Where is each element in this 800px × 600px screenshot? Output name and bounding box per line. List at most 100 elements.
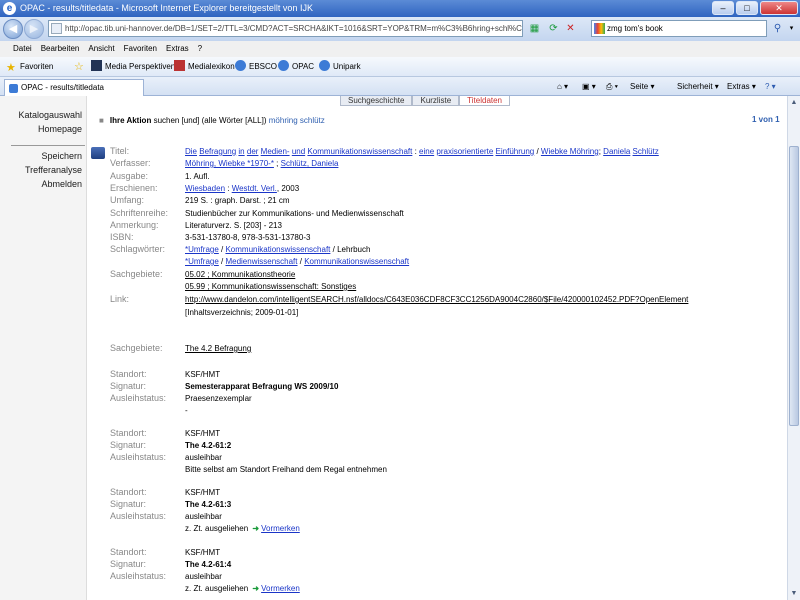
- fav-unipark[interactable]: Unipark: [319, 57, 361, 77]
- scroll-down-icon[interactable]: ▼: [789, 588, 799, 599]
- sachgebiet-link[interactable]: 05.02 ; Kommunikationstheorie: [185, 270, 295, 279]
- fav-medialexikon[interactable]: Medialexikon: [174, 57, 235, 77]
- holding-status: ausleihbar: [185, 512, 222, 521]
- author-link[interactable]: Möhring, Wiebke *1970-*: [185, 159, 274, 168]
- title-word-link[interactable]: Kommunikationswissenschaft: [307, 147, 412, 156]
- tab-suchgeschichte[interactable]: Suchgeschichte: [340, 96, 413, 106]
- title-word-link[interactable]: der: [247, 147, 259, 156]
- add-favorite-icon[interactable]: ☆: [74, 57, 84, 77]
- page-menu[interactable]: Seite ▾: [630, 77, 654, 96]
- menu-datei[interactable]: Datei: [13, 41, 32, 57]
- holding-standort: KSF/HMT: [185, 370, 221, 379]
- scroll-up-icon[interactable]: ▲: [789, 97, 799, 108]
- title-word-link[interactable]: praxisorientierte: [436, 147, 493, 156]
- subject-tail: / Lehrbuch: [330, 245, 371, 254]
- reserve-link[interactable]: Vormerken: [261, 584, 300, 593]
- sidebar-item-katalogauswahl[interactable]: Katalogauswahl: [18, 110, 82, 120]
- signatur-text: Semesterapparat Befragung WS 2009/10: [185, 382, 339, 391]
- title-word-link[interactable]: Medien-: [261, 147, 290, 156]
- sidebar-item-abmelden[interactable]: Abmelden: [41, 179, 82, 189]
- favorites-button[interactable]: ★ Favoriten: [6, 57, 53, 77]
- value-umfang: 219 S. : graph. Darst. ; 21 cm: [185, 196, 290, 205]
- holding-note: Bitte selbst am Standort Freihand dem Re…: [185, 465, 387, 474]
- fav-label: EBSCO: [249, 62, 278, 71]
- security-menu[interactable]: Sicherheit ▾: [677, 77, 719, 96]
- print-icon[interactable]: ⎙ ▾: [606, 77, 618, 96]
- value-anmerkung: Literaturverz. S. [203] - 213: [185, 221, 282, 230]
- place-link[interactable]: Wiesbaden: [185, 184, 225, 193]
- value-schlagwoerter-2: *Umfrage / Medienwissenschaft / Kommunik…: [185, 257, 409, 266]
- home-icon[interactable]: ⌂ ▾: [557, 77, 568, 96]
- sidebar-item-trefferanalyse[interactable]: Trefferanalyse: [25, 165, 82, 175]
- menu-extras[interactable]: Extras: [166, 41, 189, 57]
- search-icon[interactable]: ⚲: [770, 21, 785, 36]
- title-word-link[interactable]: Wiebke Möhring: [541, 147, 599, 156]
- title-word-link[interactable]: eine: [419, 147, 434, 156]
- reserve-arrow-icon: ➜: [252, 584, 260, 593]
- label-signatur: Signatur:: [110, 559, 147, 569]
- maximize-button[interactable]: □: [736, 1, 758, 15]
- value-ausgabe: 1. Aufl.: [185, 172, 210, 181]
- tab-title: OPAC - results/titledata: [21, 83, 104, 92]
- tab-kurzliste[interactable]: Kurzliste: [412, 96, 460, 106]
- label-schlagwoerter: Schlagwörter:: [110, 244, 166, 254]
- title-word-link[interactable]: in: [238, 147, 244, 156]
- loan-status: z. Zt. ausgeliehen: [185, 584, 249, 593]
- fav-opac[interactable]: OPAC: [278, 57, 314, 77]
- label-signatur: Signatur:: [110, 440, 147, 450]
- author-link[interactable]: Schlütz, Daniela: [281, 159, 339, 168]
- publisher-link[interactable]: Westdt. Verl.: [232, 184, 277, 193]
- minimize-button[interactable]: –: [712, 1, 734, 15]
- subject-link[interactable]: Kommunikationswissenschaft: [304, 257, 409, 266]
- sidebar-item-speichern[interactable]: Speichern: [41, 151, 82, 161]
- value-titel: Die Befragung in der Medien- und Kommuni…: [185, 147, 659, 156]
- compat-icon[interactable]: ▦: [527, 21, 542, 36]
- address-bar[interactable]: http://opac.tib.uni-hannover.de/DB=1/SET…: [48, 20, 523, 37]
- sachgebiet-link[interactable]: The 4.2 Befragung: [185, 344, 251, 353]
- menu-ansicht[interactable]: Ansicht: [88, 41, 114, 57]
- stop-icon[interactable]: ✕: [563, 21, 578, 36]
- scroll-thumb[interactable]: [789, 146, 799, 426]
- close-button[interactable]: ✕: [760, 1, 798, 15]
- browser-tab[interactable]: OPAC - results/titledata: [4, 79, 144, 96]
- feeds-icon[interactable]: ▣ ▾: [582, 77, 596, 96]
- window-titlebar: e OPAC - results/titledata - Microsoft I…: [0, 0, 800, 17]
- reserve-link[interactable]: Vormerken: [261, 524, 300, 533]
- menu-help[interactable]: ?: [198, 41, 202, 57]
- menu-bearbeiten[interactable]: Bearbeiten: [41, 41, 80, 57]
- title-slash: /: [534, 147, 541, 156]
- tools-menu[interactable]: Extras ▾: [727, 77, 756, 96]
- search-options-icon[interactable]: ▾: [784, 21, 799, 36]
- help-icon[interactable]: ? ▾: [765, 77, 776, 96]
- forward-icon[interactable]: ▶: [24, 19, 44, 39]
- fav-media-perspektiven[interactable]: Media Perspektiven: [91, 57, 175, 77]
- address-toolbar: ◀ ▶ http://opac.tib.uni-hannover.de/DB=1…: [0, 17, 800, 41]
- vertical-scrollbar[interactable]: ▲ ▼: [787, 96, 800, 600]
- title-word-link[interactable]: und: [292, 147, 305, 156]
- title-word-link[interactable]: Befragung: [199, 147, 236, 156]
- subject-link[interactable]: *Umfrage: [185, 245, 219, 254]
- menu-favoriten[interactable]: Favoriten: [124, 41, 157, 57]
- toc-link[interactable]: http://www.dandelon.com/intelligentSEARC…: [185, 295, 688, 304]
- search-input[interactable]: zmg tom's book: [591, 20, 767, 37]
- title-word-link[interactable]: Schlütz: [633, 147, 659, 156]
- subject-link[interactable]: Medienwissenschaft: [225, 257, 297, 266]
- title-word-link[interactable]: Daniela: [603, 147, 630, 156]
- fav-ebsco[interactable]: EBSCO: [235, 57, 277, 77]
- subject-link[interactable]: Kommunikationswissenschaft: [225, 245, 330, 254]
- refresh-icon[interactable]: ⟳: [546, 21, 561, 36]
- star-icon: ★: [6, 62, 16, 74]
- title-word-link[interactable]: Einführung: [496, 147, 535, 156]
- back-icon[interactable]: ◀: [3, 19, 23, 39]
- signatur-text: The 4.2-61:4: [185, 560, 232, 569]
- search-value: zmg tom's book: [607, 24, 663, 33]
- label-schriftenreihe: Schriftenreihe:: [110, 208, 169, 218]
- action-query: möhring schlütz: [268, 116, 325, 125]
- site-icon: [174, 60, 185, 71]
- window-title: OPAC - results/titledata - Microsoft Int…: [20, 3, 313, 13]
- sidebar-item-homepage[interactable]: Homepage: [38, 124, 82, 134]
- subject-link[interactable]: *Umfrage: [185, 257, 219, 266]
- tab-titeldaten[interactable]: Titeldaten: [459, 96, 511, 106]
- sachgebiet-link[interactable]: 05.99 ; Kommunikationswissenschaft: Sons…: [185, 282, 356, 291]
- title-word-link[interactable]: Die: [185, 147, 197, 156]
